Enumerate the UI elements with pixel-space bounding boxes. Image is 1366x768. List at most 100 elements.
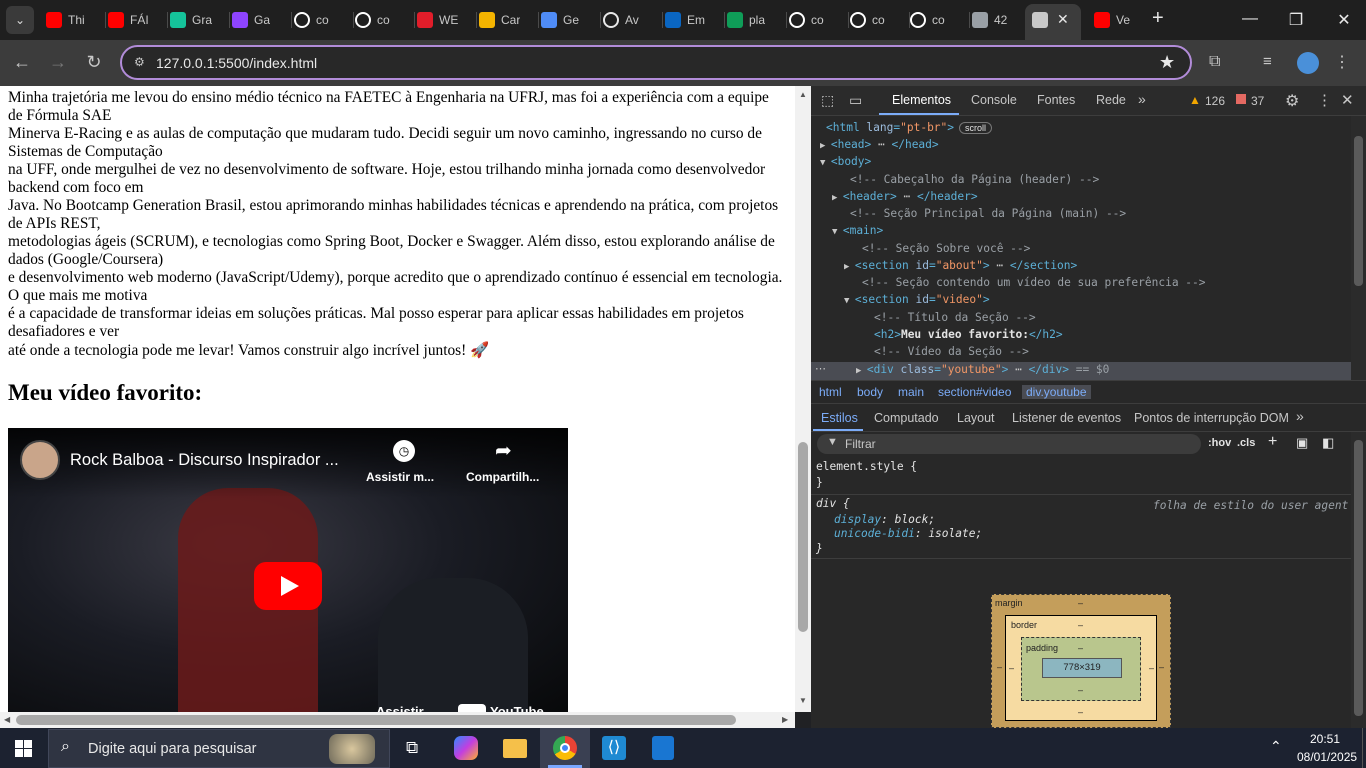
youtube-label[interactable]: YouTube <box>490 704 544 712</box>
show-desktop[interactable] <box>1362 728 1366 768</box>
new-style-rule-icon[interactable]: + <box>1268 433 1277 451</box>
browser-tab[interactable]: Ve <box>1094 8 1130 32</box>
browser-tab[interactable]: Car <box>479 8 520 32</box>
video-title[interactable]: Rock Balboa - Discurso Inspirador ... <box>70 451 339 470</box>
settings-gear-icon[interactable]: ⚙ <box>1285 91 1299 111</box>
dom-node[interactable]: ▶ <section id="about"> ⋯ </section> <box>844 259 1077 272</box>
browser-tab[interactable]: co <box>850 8 885 32</box>
browser-tab[interactable]: co <box>789 8 824 32</box>
error-icon[interactable] <box>1236 94 1246 104</box>
tab-network[interactable]: Rede <box>1096 93 1126 107</box>
styles-filter-input[interactable]: ▼ Filtrar <box>817 434 1201 454</box>
dom-node[interactable]: <!-- Título da Seção --> <box>874 311 1036 324</box>
dom-node[interactable]: ▶ <header> ⋯ </header> <box>832 190 978 203</box>
expand-toggle-icon[interactable]: ▶ <box>856 366 867 376</box>
warning-icon[interactable]: ▲ <box>1189 93 1201 107</box>
dom-node[interactable]: <!-- Cabeçalho da Página (header) --> <box>850 173 1099 186</box>
rule-selector[interactable]: div { <box>816 497 850 510</box>
channel-avatar[interactable] <box>20 440 60 480</box>
rule-decl-unicode-bidi[interactable]: unicode-bidi: isolate; <box>834 527 982 540</box>
styles-subtab[interactable]: Layout <box>957 411 995 425</box>
dom-node[interactable]: <h2>Meu vídeo favorito:</h2> <box>874 328 1063 341</box>
app-icon[interactable] <box>652 736 674 760</box>
file-explorer-icon[interactable] <box>503 739 527 758</box>
horizontal-scroll-thumb[interactable] <box>16 715 736 725</box>
dom-node[interactable]: ▼ <body> <box>820 155 871 168</box>
styles-subtab[interactable]: Pontos de interrupção DOM <box>1134 411 1289 425</box>
browser-tab[interactable]: Ga <box>232 8 270 32</box>
more-tabs-icon[interactable]: » <box>1138 91 1146 107</box>
play-button[interactable] <box>254 562 322 610</box>
browser-tab[interactable]: Gra <box>170 8 212 32</box>
taskbar-search-box[interactable]: ⌕ Digite aqui para pesquisar <box>48 729 390 768</box>
back-icon[interactable]: ← <box>10 52 34 73</box>
browser-tab[interactable]: Ge <box>541 8 579 32</box>
expand-toggle-icon[interactable]: ▼ <box>832 227 843 237</box>
breadcrumb-item[interactable]: section#video <box>938 385 1011 399</box>
ellipsis-icon[interactable]: ⋯ <box>815 362 826 375</box>
browser-tab[interactable]: WE <box>417 8 458 32</box>
dom-node[interactable]: ▶ <div class="youtube"> ⋯ </div> == $0 <box>856 363 1109 376</box>
chrome-taskbar-icon[interactable] <box>540 728 590 768</box>
breadcrumb-item[interactable]: html <box>819 385 842 399</box>
computed-toggle-icon[interactable]: ▣ <box>1296 435 1308 451</box>
tab-sources[interactable]: Fontes <box>1037 93 1075 107</box>
device-toolbar-icon[interactable]: ▭ <box>849 92 862 109</box>
warning-count[interactable]: 126 <box>1205 94 1225 108</box>
chrome-menu-icon[interactable]: ⋮ <box>1334 52 1350 72</box>
restore-icon[interactable]: ❐ <box>1286 10 1306 30</box>
devtools-menu-icon[interactable]: ⋮ <box>1317 91 1332 109</box>
close-window-icon[interactable]: ✕ <box>1334 10 1354 30</box>
cls-toggle[interactable]: .cls <box>1237 437 1255 449</box>
element-style-selector[interactable]: element.style { <box>816 460 917 473</box>
sidebar-toggle-icon[interactable]: ◧ <box>1322 435 1334 451</box>
breadcrumb-item[interactable]: body <box>857 385 883 399</box>
vertical-scroll-thumb[interactable] <box>798 442 808 632</box>
expand-toggle-icon[interactable]: ▶ <box>844 262 855 272</box>
breadcrumb-item[interactable]: main <box>898 385 924 399</box>
forward-icon[interactable]: → <box>46 52 70 73</box>
expand-toggle-icon[interactable]: ▼ <box>844 296 855 306</box>
close-devtools-icon[interactable]: ✕ <box>1341 91 1354 109</box>
browser-tab[interactable]: Thi <box>46 8 85 32</box>
page-horizontal-scrollbar[interactable]: ◀ ▶ <box>0 712 795 728</box>
expand-toggle-icon[interactable]: ▶ <box>832 193 843 203</box>
dom-node[interactable]: <!-- Seção contendo um vídeo de sua pref… <box>862 276 1206 289</box>
new-tab-button[interactable]: + <box>1152 7 1164 30</box>
youtube-logo[interactable] <box>458 704 486 712</box>
minimize-icon[interactable]: — <box>1240 10 1260 28</box>
browser-tab[interactable]: co <box>355 8 390 32</box>
elements-scrollbar[interactable] <box>1351 116 1366 380</box>
start-button[interactable] <box>15 740 32 757</box>
close-tab-icon[interactable]: ✕ <box>1057 11 1069 28</box>
dom-node[interactable]: <!-- Seção Principal da Página (main) --… <box>850 207 1126 220</box>
box-model-border[interactable]: border – – – – padding – – 778×319 <box>1005 615 1157 721</box>
page-vertical-scrollbar[interactable]: ▲ ▼ <box>795 86 811 712</box>
dom-node[interactable]: <!-- Vídeo da Seção --> <box>874 345 1029 358</box>
tab-elements[interactable]: Elementos <box>892 93 951 107</box>
dom-node[interactable]: <!-- Seção Sobre você --> <box>862 242 1030 255</box>
reload-icon[interactable]: ↻ <box>82 52 106 73</box>
box-model-content[interactable]: 778×319 <box>1042 658 1122 678</box>
breadcrumb-item[interactable]: div.youtube <box>1022 385 1091 399</box>
box-model-margin[interactable]: margin – – – border – – – – padding – – … <box>991 594 1171 728</box>
browser-tab[interactable]: pla <box>727 8 765 32</box>
expand-toggle-icon[interactable]: ▶ <box>820 141 831 151</box>
browser-tab[interactable]: FÁI <box>108 8 149 32</box>
dom-node[interactable]: ▼ <section id="video"> <box>844 293 990 306</box>
watch-later-label[interactable]: Assistir m... <box>366 470 434 484</box>
url-text[interactable]: 127.0.0.1:5500/index.html <box>156 55 317 71</box>
clock-date[interactable]: 08/01/2025 <box>1297 750 1357 764</box>
tab-search-button[interactable]: ⌄ <box>6 6 34 34</box>
inspect-element-icon[interactable]: ⬚ <box>821 92 834 109</box>
styles-subtab[interactable]: Listener de eventos <box>1012 411 1121 425</box>
media-control-icon[interactable]: ≡ <box>1263 53 1272 70</box>
browser-tab[interactable]: Av <box>603 8 639 32</box>
box-model-padding[interactable]: padding – – 778×319 <box>1021 637 1141 701</box>
dom-node[interactable]: ▼ <main> <box>832 224 883 237</box>
scroll-badge[interactable]: scroll <box>959 122 993 134</box>
watch-later-icon[interactable]: ◷ <box>393 440 415 462</box>
browser-tab[interactable]: 42 <box>972 8 1007 32</box>
youtube-embed[interactable]: Rock Balboa - Discurso Inspirador ... ◷ … <box>8 428 568 712</box>
dom-node[interactable]: <html lang="pt-br"> scroll <box>826 121 993 134</box>
